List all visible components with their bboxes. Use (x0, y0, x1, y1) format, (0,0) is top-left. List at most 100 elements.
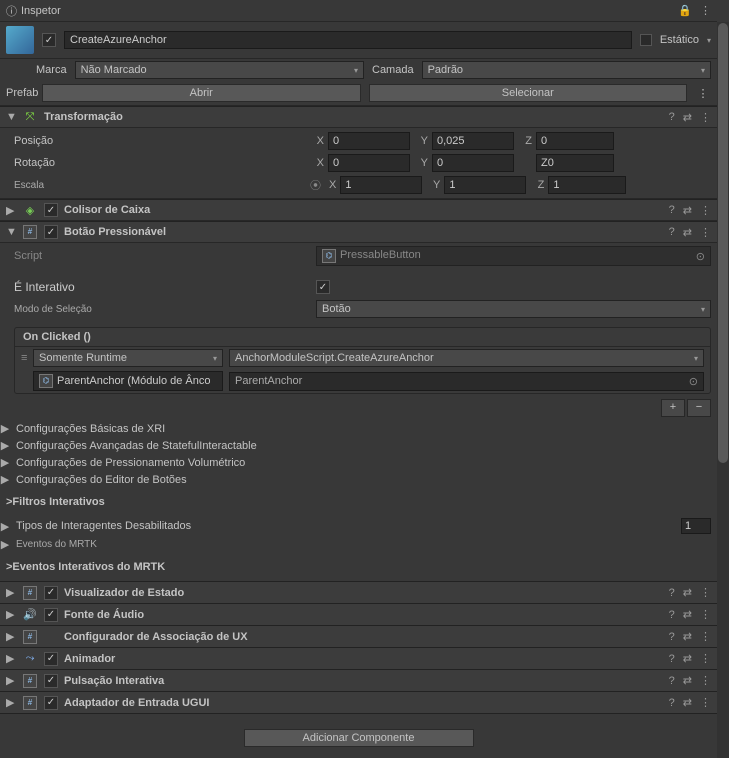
position-y-input[interactable] (432, 132, 514, 150)
rotation-z-input[interactable] (536, 154, 614, 172)
enable-checkbox[interactable] (44, 696, 58, 710)
add-component-button[interactable]: Adicionar Componente (244, 729, 474, 747)
position-label: Posição (14, 135, 306, 147)
preset-icon[interactable]: ⇄ (683, 111, 692, 124)
event-remove-button[interactable]: − (687, 399, 711, 417)
fold[interactable]: ▶ (6, 652, 16, 665)
help-icon[interactable]: ? (669, 675, 675, 687)
mrtk-events[interactable]: Eventos do MRTK (16, 539, 97, 550)
active-checkbox[interactable] (42, 33, 56, 47)
event-target-field[interactable]: ⌬ParentAnchor (Módulo de Ânco (33, 371, 223, 391)
fold[interactable]: ▶ (0, 520, 10, 533)
component-menu-icon[interactable]: ⋮ (700, 696, 711, 709)
scroll-thumb[interactable] (718, 23, 728, 463)
tag-dropdown[interactable]: Não Marcado (75, 61, 364, 79)
preset-icon[interactable]: ⇄ (683, 226, 692, 239)
component-menu-icon[interactable]: ⋮ (700, 204, 711, 217)
event-add-button[interactable]: + (661, 399, 685, 417)
scale-y-input[interactable] (444, 176, 526, 194)
scale-link-icon[interactable]: ⦿ (310, 177, 321, 193)
fold[interactable]: ▶ (6, 608, 16, 621)
position-z-input[interactable] (536, 132, 614, 150)
help-icon[interactable]: ? (669, 204, 675, 216)
enable-checkbox[interactable] (44, 586, 58, 600)
prefab-cube-icon (6, 26, 34, 54)
gameobject-name-field[interactable] (64, 31, 632, 49)
fold[interactable]: ▶ (6, 630, 16, 643)
inspector-title: Inspetor (21, 5, 61, 17)
editor-section[interactable]: Configurações do Editor de Botões (16, 474, 187, 486)
object-picker-icon[interactable]: ⊙ (689, 375, 698, 388)
help-icon[interactable]: ? (669, 697, 675, 709)
preset-icon[interactable]: ⇄ (683, 652, 692, 665)
component-menu-icon[interactable]: ⋮ (700, 608, 711, 621)
fold[interactable]: ▶ (0, 538, 10, 551)
fold[interactable]: ▶ (0, 439, 10, 452)
stateful-section[interactable]: Configurações Avançadas de StatefulInter… (16, 440, 257, 452)
help-icon[interactable]: ? (669, 631, 675, 643)
mrtk-interactive-section[interactable]: >Eventos Interativos do MRTK (0, 559, 717, 575)
enable-checkbox[interactable] (44, 674, 58, 688)
boxcollider-enable[interactable] (44, 203, 58, 217)
help-icon[interactable]: ? (669, 226, 675, 238)
static-checkbox[interactable] (640, 34, 652, 46)
volumetric-section[interactable]: Configurações de Pressionamento Volumétr… (16, 457, 245, 469)
object-picker-icon[interactable]: ⊙ (696, 250, 705, 263)
scale-x-input[interactable] (340, 176, 422, 194)
component-menu-icon[interactable]: ⋮ (700, 652, 711, 665)
xri-basic-section[interactable]: Configurações Básicas de XRI (16, 423, 165, 435)
event-argument-field[interactable]: ParentAnchor ⊙ (229, 372, 704, 391)
preset-icon[interactable]: ⇄ (683, 696, 692, 709)
scale-z-input[interactable] (548, 176, 626, 194)
selectmode-label: Modo de Seleção (14, 304, 310, 315)
fold[interactable]: ▶ (0, 456, 10, 469)
selectmode-dropdown[interactable]: Botão (316, 300, 711, 318)
component-menu-icon[interactable]: ⋮ (700, 586, 711, 599)
preset-icon[interactable]: ⇄ (683, 586, 692, 599)
layer-label: Camada (372, 64, 414, 76)
help-icon[interactable]: ? (669, 111, 675, 123)
boxcollider-title: Colisor de Caixa (64, 204, 663, 216)
fold[interactable]: ▶ (6, 586, 16, 599)
animator-title: Animador (64, 653, 663, 665)
prefab-open-button[interactable]: Abrir (42, 84, 361, 102)
component-menu-icon[interactable]: ⋮ (700, 226, 711, 239)
fold[interactable]: ▶ (0, 422, 10, 435)
pressable-foldout[interactable]: ▼ (6, 226, 16, 238)
runtime-dropdown[interactable]: Somente Runtime (33, 349, 223, 367)
rotation-x-input[interactable] (328, 154, 410, 172)
enable-checkbox[interactable] (44, 652, 58, 666)
help-icon[interactable]: ? (669, 653, 675, 665)
enable-checkbox[interactable] (44, 608, 58, 622)
vertical-scrollbar[interactable] (717, 22, 729, 758)
fold[interactable]: ▶ (6, 674, 16, 687)
preset-icon[interactable]: ⇄ (683, 630, 692, 643)
boxcollider-foldout[interactable]: ▶ (6, 204, 16, 217)
preset-icon[interactable]: ⇄ (683, 674, 692, 687)
menu-icon[interactable]: ⋮ (700, 4, 711, 17)
disabled-count-input[interactable] (681, 518, 711, 534)
lock-icon[interactable]: 🔒 (678, 4, 692, 17)
rotation-y-input[interactable] (432, 154, 514, 172)
help-icon[interactable]: ? (669, 587, 675, 599)
layer-dropdown[interactable]: Padrão (422, 61, 711, 79)
component-menu-icon[interactable]: ⋮ (700, 674, 711, 687)
preset-icon[interactable]: ⇄ (683, 608, 692, 621)
component-menu-icon[interactable]: ⋮ (700, 630, 711, 643)
method-dropdown[interactable]: AnchorModuleScript.CreateAzureAnchor (229, 349, 704, 367)
preset-icon[interactable]: ⇄ (683, 204, 692, 217)
drag-handle-icon[interactable]: ≡ (21, 352, 27, 364)
fold[interactable]: ▶ (0, 473, 10, 486)
prefab-select-button[interactable]: Selecionar (369, 84, 688, 102)
filters-section[interactable]: >Filtros Interativos (0, 494, 717, 510)
position-x-input[interactable] (328, 132, 410, 150)
pressable-enable[interactable] (44, 225, 58, 239)
transform-foldout[interactable]: ▼ (6, 111, 16, 123)
component-menu-icon[interactable]: ⋮ (700, 111, 711, 124)
interactive-checkbox[interactable] (316, 280, 330, 294)
disabled-types-label[interactable]: Tipos de Interagentes Desabilitados (16, 520, 191, 532)
fold[interactable]: ▶ (6, 696, 16, 709)
help-icon[interactable]: ? (669, 609, 675, 621)
prefab-more-icon[interactable]: ⋮ (695, 87, 711, 100)
static-dropdown-arrow[interactable]: ▾ (707, 36, 711, 45)
